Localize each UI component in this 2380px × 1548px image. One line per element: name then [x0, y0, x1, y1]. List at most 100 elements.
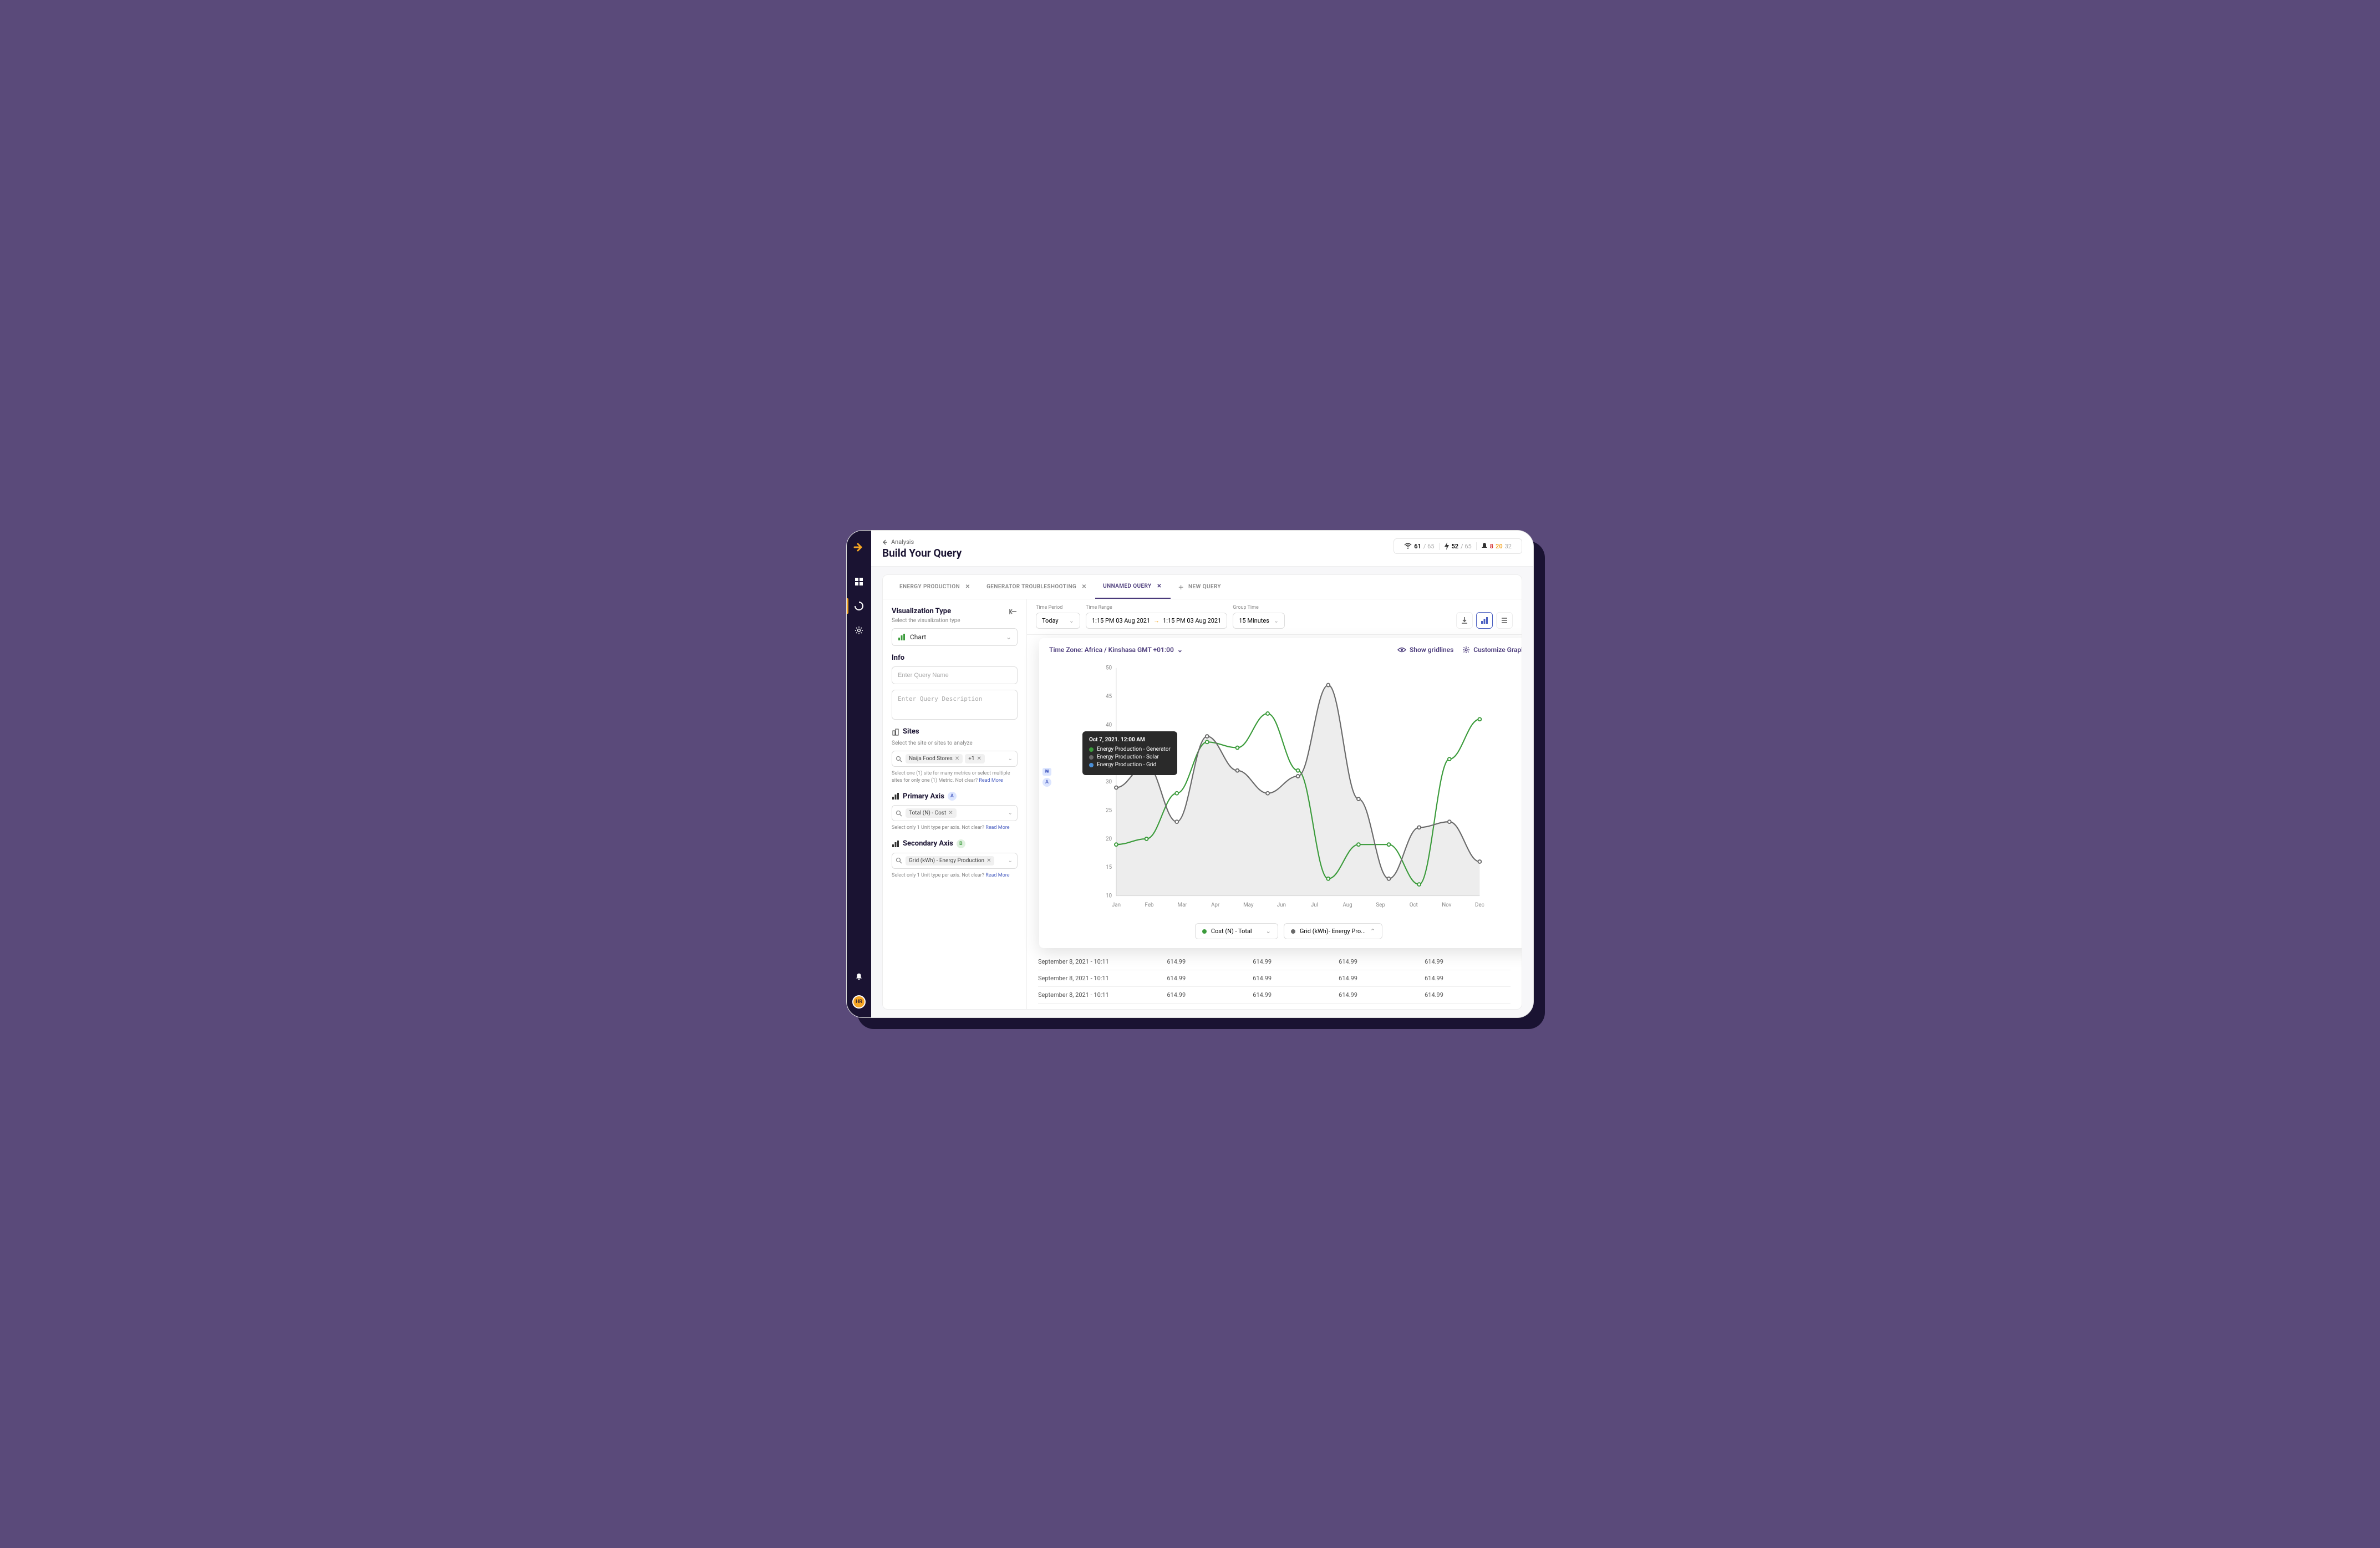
axis-b-badge: B [957, 839, 965, 848]
group-select[interactable]: 15 Minutes⌄ [1233, 613, 1285, 629]
close-icon[interactable]: ✕ [1081, 584, 1087, 590]
svg-text:45: 45 [1106, 694, 1112, 700]
axis-a-badge: A [948, 792, 957, 801]
close-icon[interactable]: ✕ [964, 584, 971, 590]
svg-text:Jan: Jan [1112, 902, 1121, 908]
read-more-link[interactable]: Read More [985, 873, 1009, 878]
arrow-right-icon: → [1153, 617, 1160, 624]
svg-text:50: 50 [1106, 665, 1112, 671]
plus-icon: ＋ [1178, 583, 1184, 591]
svg-text:Apr: Apr [1211, 902, 1220, 908]
site-chip: Naija Food Stores✕ [906, 754, 963, 763]
range-label: Time Range [1086, 605, 1227, 610]
show-gridlines-button[interactable]: Show gridlines [1397, 646, 1453, 654]
chart-card: Time Zone: Africa / Kinshasa GMT +01:00⌄… [1039, 638, 1522, 948]
chevron-down-icon: ⌄ [1274, 617, 1279, 624]
sidebar-item-bell[interactable] [847, 964, 871, 989]
svg-text:20: 20 [1106, 836, 1112, 842]
primary-axis-title: Primary Axis A [892, 792, 1018, 801]
customize-graphs-button[interactable]: Customize Graphs [1462, 646, 1522, 654]
chevron-up-icon: ⌃ [1370, 928, 1375, 935]
primary-axis-select[interactable]: Total (N) - Cost✕ ⌄ [892, 805, 1018, 821]
period-select[interactable]: Today⌄ [1036, 613, 1080, 629]
chevron-down-icon: ⌄ [1006, 633, 1011, 641]
breadcrumb[interactable]: Analysis [882, 538, 962, 546]
chart-plot: 101520253035404550JanFebMarAprMayJunJulA… [1059, 663, 1520, 912]
remove-chip-icon[interactable]: ✕ [977, 756, 982, 762]
gear-icon [1462, 646, 1470, 654]
logo-icon [853, 542, 864, 553]
svg-text:15: 15 [1106, 864, 1112, 870]
query-desc-input[interactable] [892, 690, 1018, 720]
table-row: September 8, 2021 - 10:11614.99614.99614… [1038, 987, 1511, 1004]
chevron-down-icon: ⌄ [1266, 928, 1271, 935]
collapse-panel-button[interactable] [1009, 608, 1018, 615]
sidebar-item-settings[interactable] [847, 618, 871, 643]
sites-hint: Select the site or sites to analyze [892, 740, 1018, 746]
tabs: ENERGY PRODUCTION✕ GENERATOR TROUBLESHOO… [883, 575, 1522, 599]
bolt-icon [1444, 542, 1450, 550]
tab-energy-production[interactable]: ENERGY PRODUCTION✕ [892, 576, 979, 598]
sidebar-item-analysis[interactable] [847, 594, 871, 618]
close-icon[interactable]: ✕ [1156, 583, 1163, 590]
time-range-select[interactable]: 1:15 PM 03 Aug 2021 → 1:15 PM 03 Aug 202… [1086, 613, 1227, 629]
list-view-button[interactable] [1496, 612, 1513, 629]
legend-b-select[interactable]: Grid (kWh)- Energy Pro...⌃ [1284, 923, 1382, 939]
svg-text:May: May [1243, 902, 1254, 908]
sites-title: Sites [892, 727, 1018, 736]
search-icon [896, 756, 903, 762]
chevron-down-icon: ⌄ [1008, 810, 1013, 816]
tab-generator-troubleshooting[interactable]: GENERATOR TROUBLESHOOTING✕ [979, 576, 1095, 598]
chevron-down-icon: ⌄ [1069, 617, 1074, 624]
secondary-axis-select[interactable]: Grid (kWh) - Energy Production✕ ⌄ [892, 853, 1018, 869]
svg-text:Dec: Dec [1475, 902, 1484, 908]
svg-text:Nov: Nov [1442, 902, 1451, 908]
status-power: 52/ 65 [1440, 542, 1477, 550]
y-axis-left-badge: ₦ A [1042, 768, 1051, 787]
read-more-link[interactable]: Read More [985, 825, 1009, 831]
remove-chip-icon[interactable]: ✕ [986, 858, 991, 864]
period-label: Time Period [1036, 605, 1080, 610]
status-alerts: 8 20 32 [1477, 542, 1516, 550]
data-table: September 8, 2021 - 10:11614.99614.99614… [1027, 948, 1522, 1009]
remove-chip-icon[interactable]: ✕ [955, 756, 959, 762]
search-icon [896, 857, 903, 864]
chart-tooltip: Oct 7, 2021. 12:00 AM Energy Production … [1082, 731, 1177, 775]
svg-text:Jun: Jun [1277, 902, 1286, 908]
avatar[interactable]: HR [852, 995, 866, 1009]
tab-unnamed-query[interactable]: UNNAMED QUERY✕ [1095, 576, 1170, 599]
legend-a-select[interactable]: Cost (N) - Total⌄ [1195, 923, 1278, 939]
sites-helper: Select one (1) site for many metrics or … [892, 770, 1018, 784]
timezone-select[interactable]: Time Zone: Africa / Kinshasa GMT +01:00⌄ [1049, 646, 1183, 654]
secondary-axis-title: Secondary Axis B [892, 839, 1018, 848]
eye-icon [1397, 646, 1406, 653]
primary-helper: Select only 1 Unit type per axis. Not cl… [892, 824, 1018, 832]
viz-type-select[interactable]: Chart ⌄ [892, 628, 1018, 646]
sidebar-item-dashboard[interactable] [847, 569, 871, 594]
download-button[interactable] [1456, 612, 1473, 629]
chart-view-button[interactable] [1476, 612, 1493, 629]
chevron-down-icon: ⌄ [1008, 858, 1013, 864]
svg-text:Jul: Jul [1311, 902, 1318, 908]
svg-text:30: 30 [1106, 779, 1112, 785]
group-label: Group Time [1233, 605, 1285, 610]
remove-chip-icon[interactable]: ✕ [948, 810, 953, 816]
page-title: Build Your Query [882, 547, 962, 559]
status-bar: 61/ 65 52/ 65 8 20 32 [1394, 538, 1522, 554]
svg-text:25: 25 [1106, 808, 1112, 814]
primary-chip: Total (N) - Cost✕ [906, 808, 957, 818]
new-query-button[interactable]: ＋NEW QUERY [1171, 575, 1229, 599]
svg-text:Feb: Feb [1145, 902, 1154, 908]
legend-bar: Cost (N) - Total⌄ Grid (kWh)- Energy Pro… [1039, 918, 1522, 948]
wifi-icon [1404, 543, 1412, 549]
viz-type-title: Visualization Type [892, 607, 951, 615]
axis-icon [892, 840, 899, 848]
status-wifi: 61/ 65 [1400, 543, 1439, 550]
query-name-input[interactable] [892, 666, 1018, 684]
svg-text:10: 10 [1106, 893, 1112, 899]
back-arrow-icon [882, 539, 888, 545]
controls-bar: Time Period Today⌄ Time Range 1:15 PM 03… [1027, 599, 1522, 635]
read-more-link[interactable]: Read More [979, 778, 1003, 783]
chart-icon [898, 633, 906, 641]
sites-select[interactable]: Naija Food Stores✕ +1✕ ⌄ [892, 751, 1018, 767]
